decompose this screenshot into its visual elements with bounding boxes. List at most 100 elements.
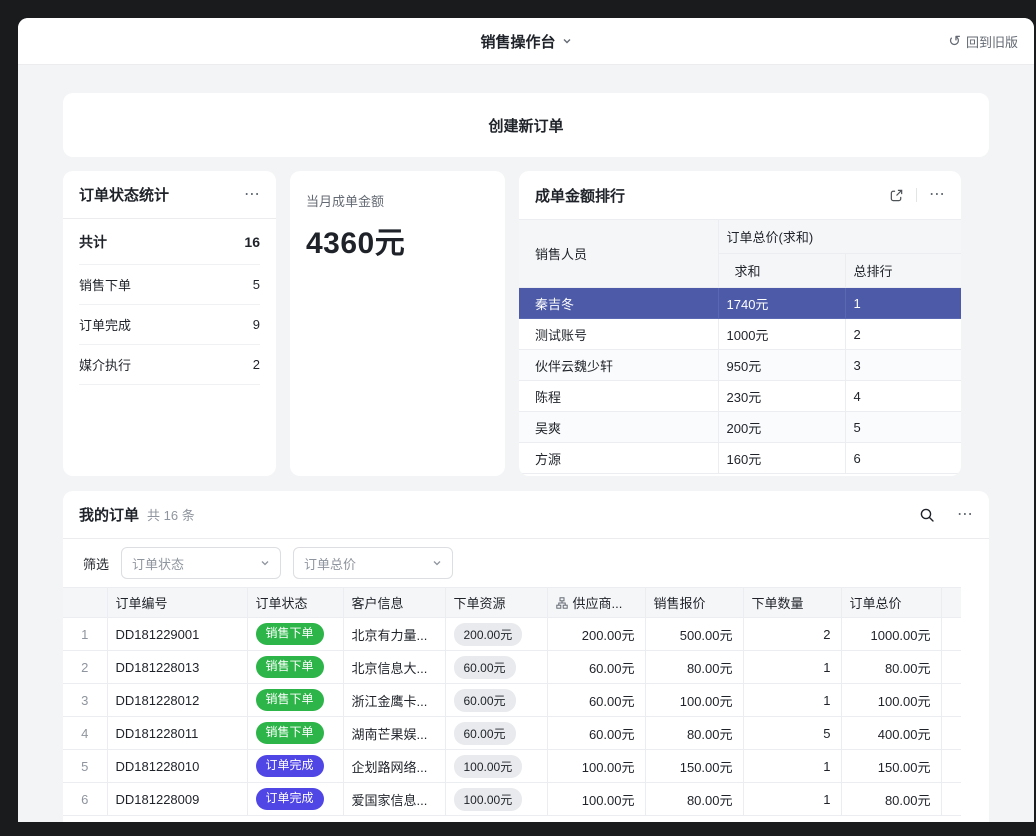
relation-icon <box>556 597 568 609</box>
ranking-row[interactable]: 方源 160元 6 <box>519 443 961 474</box>
orders-table: 订单编号 订单状态 客户信息 下单资源 供应商... <box>63 587 961 816</box>
sum-amount: 230元 <box>718 381 845 412</box>
resource-tag: 60.00元 <box>454 656 516 679</box>
ranking-row[interactable]: 吴爽 200元 5 <box>519 412 961 443</box>
stub-cell <box>941 618 961 651</box>
more-icon[interactable]: ⋯ <box>929 187 945 203</box>
quantity: 1 <box>743 783 841 816</box>
col-total-price-group: 订单总价(求和) <box>718 220 961 254</box>
ranking-row[interactable]: 陈程 230元 4 <box>519 381 961 412</box>
order-status-cell: 订单完成 <box>247 750 343 783</box>
sales-price: 100.00元 <box>645 684 743 717</box>
back-to-old-version-label: 回到旧版 <box>966 32 1018 51</box>
customer: 企划路网络... <box>343 750 445 783</box>
rank-number: 4 <box>845 381 961 412</box>
resource-cell: 60.00元 <box>445 717 547 750</box>
supplier-price: 100.00元 <box>547 783 645 816</box>
order-row[interactable]: 1 DD181229001 销售下单 北京有力量... 200.00元 200.… <box>63 618 961 651</box>
col-stub <box>941 588 961 618</box>
customer: 北京有力量... <box>343 618 445 651</box>
stat-row: 订单完成 9 <box>79 305 260 345</box>
dashboard-content: 创建新订单 订单状态统计 ⋯ 共计 16 销售下单 5 订单完成 <box>18 65 1034 822</box>
supplier-price: 200.00元 <box>547 618 645 651</box>
row-index: 1 <box>63 618 107 651</box>
filter-order-status-value: 订单状态 <box>132 554 184 573</box>
stub-cell <box>941 783 961 816</box>
stat-label: 订单完成 <box>79 315 131 334</box>
status-badge: 销售下单 <box>256 656 324 678</box>
order-status-cell: 订单完成 <box>247 783 343 816</box>
col-order-id: 订单编号 <box>107 588 247 618</box>
stub-cell <box>941 651 961 684</box>
ranking-table-header: 销售人员 订单总价(求和) 求和 总排行 <box>519 220 961 288</box>
my-orders-count: 共 16 条 <box>147 505 195 524</box>
order-id: DD181228012 <box>107 684 247 717</box>
my-orders-icons: ⋯ <box>919 507 973 523</box>
filter-order-total-select[interactable]: 订单总价 <box>293 547 453 579</box>
top-bar: 销售操作台 ↺ 回到旧版 <box>18 18 1034 65</box>
chevron-down-icon <box>562 36 572 46</box>
customer: 浙江金鹰卡... <box>343 684 445 717</box>
resource-tag: 60.00元 <box>454 689 516 712</box>
status-badge: 销售下单 <box>256 623 324 645</box>
sales-price: 80.00元 <box>645 783 743 816</box>
order-row[interactable]: 4 DD181228011 销售下单 湖南芒果娱... 60.00元 60.00… <box>63 717 961 750</box>
order-status-cell: 销售下单 <box>247 651 343 684</box>
status-badge: 订单完成 <box>256 788 324 810</box>
salesperson-name: 测试账号 <box>519 319 718 350</box>
order-total: 80.00元 <box>841 783 941 816</box>
col-supplier: 供应商... <box>547 588 645 618</box>
stat-label: 销售下单 <box>79 275 131 294</box>
app-window: 销售操作台 ↺ 回到旧版 创建新订单 订单状态统计 ⋯ 共计 16 <box>18 18 1034 822</box>
salesperson-name: 伙伴云魏少轩 <box>519 350 718 381</box>
col-customer: 客户信息 <box>343 588 445 618</box>
resource-tag: 200.00元 <box>454 623 523 646</box>
customer: 湖南芒果娱... <box>343 717 445 750</box>
stat-label: 共计 <box>79 232 107 252</box>
rank-number: 1 <box>845 288 961 319</box>
back-to-old-version-link[interactable]: ↺ 回到旧版 <box>948 18 1018 64</box>
quantity: 2 <box>743 618 841 651</box>
rank-number: 5 <box>845 412 961 443</box>
resource-cell: 100.00元 <box>445 783 547 816</box>
order-id: DD181228010 <box>107 750 247 783</box>
stub-cell <box>941 750 961 783</box>
sales-price: 150.00元 <box>645 750 743 783</box>
stat-row-total: 共计 16 <box>79 219 260 265</box>
more-icon[interactable]: ⋯ <box>244 187 260 203</box>
order-status-stats-panel: 订单状态统计 ⋯ 共计 16 销售下单 5 订单完成 9 媒介执行 2 <box>63 171 276 476</box>
filter-row: 筛选 订单状态 订单总价 <box>63 539 989 587</box>
amount-ranking-panel: 成单金额排行 ⋯ <box>519 171 961 476</box>
row-index: 5 <box>63 750 107 783</box>
sum-amount: 200元 <box>718 412 845 443</box>
supplier-price: 100.00元 <box>547 750 645 783</box>
row-index: 2 <box>63 651 107 684</box>
col-resource: 下单资源 <box>445 588 547 618</box>
restore-icon: ↺ <box>948 34 961 49</box>
stat-row: 销售下单 5 <box>79 265 260 305</box>
filter-order-status-select[interactable]: 订单状态 <box>121 547 281 579</box>
amount-ranking-header: 成单金额排行 ⋯ <box>519 171 961 219</box>
col-rank: 总排行 <box>845 254 961 288</box>
order-row[interactable]: 6 DD181228009 订单完成 爱国家信息... 100.00元 100.… <box>63 783 961 816</box>
ranking-row-selected[interactable]: 秦吉冬 1740元 1 <box>519 288 961 319</box>
ranking-row[interactable]: 伙伴云魏少轩 950元 3 <box>519 350 961 381</box>
sum-amount: 950元 <box>718 350 845 381</box>
row-index: 6 <box>63 783 107 816</box>
order-id: DD181229001 <box>107 618 247 651</box>
order-row[interactable]: 2 DD181228013 销售下单 北京信息大... 60.00元 60.00… <box>63 651 961 684</box>
resource-cell: 200.00元 <box>445 618 547 651</box>
order-row[interactable]: 3 DD181228012 销售下单 浙江金鹰卡... 60.00元 60.00… <box>63 684 961 717</box>
order-row[interactable]: 5 DD181228010 订单完成 企划路网络... 100.00元 100.… <box>63 750 961 783</box>
order-total: 150.00元 <box>841 750 941 783</box>
search-icon[interactable] <box>919 507 935 523</box>
stat-value: 5 <box>253 277 260 292</box>
my-orders-title-group: 我的订单 共 16 条 <box>79 504 919 525</box>
ranking-row[interactable]: 测试账号 1000元 2 <box>519 319 961 350</box>
monthly-amount-label: 当月成单金额 <box>306 191 489 210</box>
app-title-dropdown[interactable]: 销售操作台 <box>480 31 571 52</box>
create-order-button[interactable]: 创建新订单 <box>63 93 989 157</box>
more-icon[interactable]: ⋯ <box>957 507 973 523</box>
export-icon[interactable] <box>889 188 904 203</box>
salesperson-name: 秦吉冬 <box>519 288 718 319</box>
